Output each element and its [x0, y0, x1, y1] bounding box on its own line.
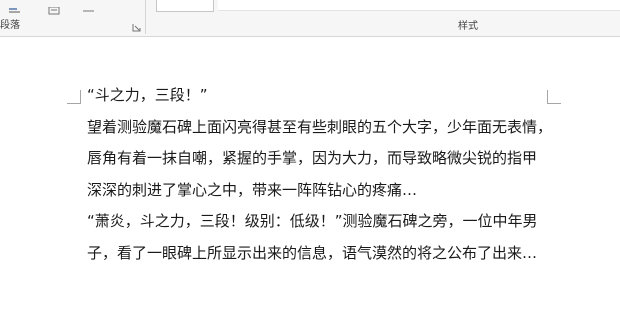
- styles-group-label: 样式: [458, 21, 478, 32]
- document-body[interactable]: “斗之力，三段！” 望着测验魔石碑上面闪亮得甚至有些刺眼的五个大字，少年面无表情…: [87, 80, 557, 270]
- ribbon: 段落 样式: [0, 0, 620, 37]
- style-thumbnail[interactable]: [156, 0, 214, 12]
- top-left-margin-mark: [67, 90, 81, 104]
- paragraph-icon[interactable]: [82, 0, 96, 12]
- styles-gallery[interactable]: [152, 0, 620, 14]
- document-line: 深深的刺进了掌心之中，带来一阵阵钻心的疼痛…: [87, 180, 418, 199]
- line-spacing-icon[interactable]: [48, 0, 62, 15]
- document-line: 子，看了一眼碑上所显示出来的信息，语气漠然的将之公布了出来…: [87, 243, 538, 262]
- ribbon-group-separator: [145, 0, 146, 34]
- align-icon[interactable]: [8, 0, 22, 13]
- dialog-launcher-icon[interactable]: [132, 18, 142, 32]
- document-line: “斗之力，三段！”: [87, 86, 208, 104]
- document-line: 唇角有着一抹自嘲，紧握的手掌，因为大力，而导致略微尖锐的指甲: [87, 149, 538, 168]
- document-line: 望着测验魔石碑上面闪亮得甚至有些刺眼的五个大字，少年面无表情，: [87, 117, 553, 136]
- document-line: “萧炎，斗之力，三段！级别：低级！”测验魔石碑之旁，一位中年男: [87, 212, 538, 231]
- word-window: 段落 样式 “斗之力，三段！” 望着测验魔石碑上面闪亮得甚至有些刺眼的五个大字，…: [0, 0, 620, 309]
- paragraph-group-icons: [2, 0, 142, 15]
- paragraph-group-label: 段落: [0, 20, 20, 31]
- paragraph-group: 段落: [0, 0, 145, 37]
- styles-gallery-strip: [218, 0, 620, 11]
